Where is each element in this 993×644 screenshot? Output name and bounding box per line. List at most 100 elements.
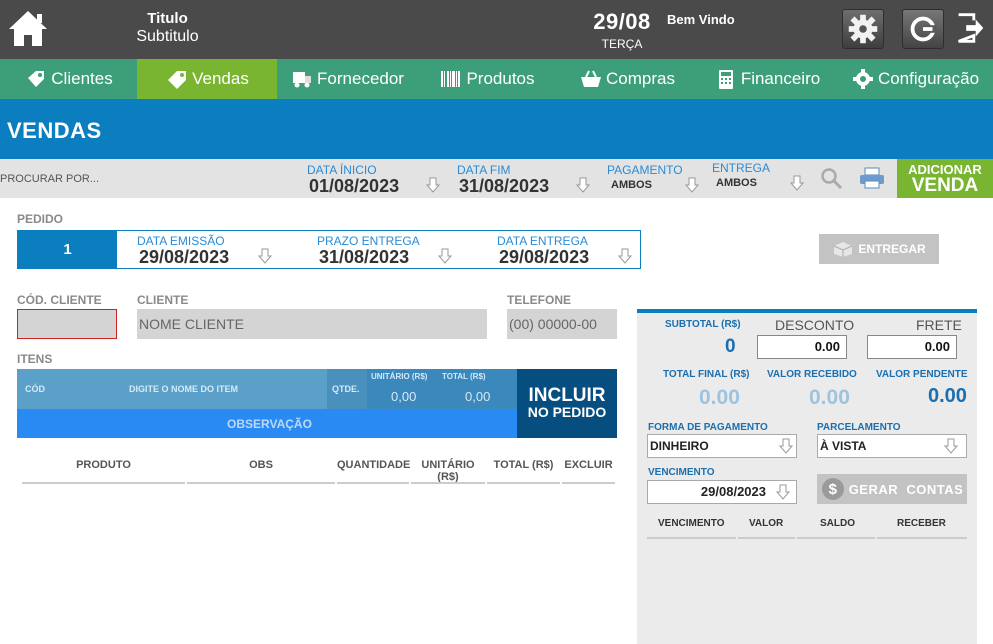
arrow-down-icon[interactable] — [258, 248, 272, 264]
vencimento-value: 29/08/2023 — [700, 484, 766, 499]
nav-item-produtos[interactable]: Produtos — [417, 59, 557, 99]
cod-field[interactable]: CÓD — [25, 384, 45, 394]
nav-label: Produtos — [466, 69, 535, 88]
dollar-icon: $ — [821, 478, 844, 500]
tag-icon — [28, 71, 45, 87]
nav-item-compras[interactable]: Compras — [557, 59, 697, 99]
main-nav: Clientes Vendas Fornecedor Produtos Comp… — [0, 59, 993, 99]
gear-icon — [852, 69, 873, 89]
valor-pendente-label: VALOR PENDENTE — [876, 369, 968, 380]
frete-input[interactable]: 0.00 — [867, 335, 957, 359]
valor-recebido-value: 0.00 — [809, 386, 850, 409]
parcelamento-select[interactable]: À VISTA — [817, 434, 967, 458]
frete-label: FRETE — [916, 317, 962, 333]
pagamento-select[interactable]: AMBOS — [611, 179, 652, 191]
entrega-select[interactable]: AMBOS — [716, 177, 757, 189]
emissao-value[interactable]: 29/08/2023 — [139, 247, 229, 268]
arrow-down-icon[interactable] — [790, 175, 804, 191]
unitario-input[interactable]: 0,00 — [391, 389, 416, 404]
observacao-field[interactable]: OBSERVAÇÃO — [17, 409, 517, 438]
logout-button[interactable] — [954, 9, 986, 49]
refresh-button[interactable] — [902, 9, 944, 49]
telefone-input[interactable]: (00) 00000-00 — [507, 309, 617, 339]
arrow-down-icon[interactable] — [685, 177, 699, 193]
itens-label: ITENS — [17, 352, 53, 366]
nav-label: Financeiro — [740, 69, 821, 88]
section-header: VENDAS — [0, 99, 993, 159]
subtotal-label: SUBTOTAL (R$) — [665, 319, 741, 330]
home-icon[interactable] — [6, 8, 50, 48]
col-quantidade: QUANTIDADE — [337, 459, 411, 471]
page-title: VENDAS — [7, 118, 102, 143]
col-saldo: SALDO — [820, 518, 855, 529]
entrega-date-value[interactable]: 29/08/2023 — [499, 247, 589, 268]
forma-pagamento-label: FORMA DE PAGAMENTO — [648, 422, 768, 433]
print-icon[interactable] — [858, 166, 886, 190]
item-name-field[interactable]: DIGITE O NOME DO ITEM — [57, 369, 327, 409]
arrow-down-icon[interactable] — [576, 177, 590, 193]
divider — [187, 482, 335, 484]
divider — [22, 482, 185, 484]
welcome-text: Bem Vindo — [667, 12, 735, 27]
arrow-down-icon[interactable] — [618, 248, 632, 264]
data-fim-value[interactable]: 31/08/2023 — [459, 176, 549, 197]
gerar-contas-label: GERAR CONTAS — [848, 481, 964, 497]
cod-cliente-input[interactable] — [17, 309, 117, 339]
incluir-button[interactable]: INCLUIR NO PEDIDO — [517, 369, 617, 438]
pedido-number: 1 — [18, 231, 117, 268]
svg-text:$: $ — [828, 481, 837, 498]
pagamento-label: PAGAMENTO — [607, 163, 683, 177]
app-title-block: Titulo Subtitulo — [120, 10, 215, 46]
vencimento-label: VENCIMENTO — [648, 467, 715, 478]
gear-icon — [848, 14, 878, 44]
nav-item-clientes[interactable]: Clientes — [0, 59, 137, 99]
date-block: 29/08 TERÇA — [588, 9, 656, 51]
divider — [797, 537, 875, 539]
app-subtitle: Subtitulo — [136, 28, 199, 45]
nav-label: Clientes — [51, 69, 113, 88]
data-inicio-value[interactable]: 01/08/2023 — [309, 176, 399, 197]
total-input[interactable]: 0,00 — [465, 389, 490, 404]
truck-icon — [293, 72, 312, 88]
col-total: TOTAL (R$) — [493, 459, 554, 471]
divider — [647, 537, 736, 539]
pedido-label: PEDIDO — [17, 212, 64, 226]
search-input[interactable]: PROCURAR POR... — [0, 173, 99, 185]
desconto-input[interactable]: 0.00 — [757, 335, 847, 359]
forma-pagamento-select[interactable]: DINHEIRO — [647, 434, 797, 458]
arrow-down-icon[interactable] — [438, 248, 452, 264]
box-icon — [834, 242, 853, 257]
nav-item-financeiro[interactable]: Financeiro — [697, 59, 837, 99]
col-valor: VALOR — [749, 518, 784, 529]
nav-item-configuracao[interactable]: Configuração — [837, 59, 993, 99]
divider — [487, 482, 560, 484]
current-date: 29/08 — [593, 9, 651, 34]
prazo-label: PRAZO ENTREGA — [317, 234, 420, 248]
nav-label: Configuração — [877, 69, 980, 88]
add-sale-button[interactable]: ADICIONAR VENDA — [897, 159, 993, 198]
cliente-input[interactable]: NOME CLIENTE — [137, 309, 487, 339]
emissao-label: DATA EMISSÃO — [137, 234, 225, 248]
gerar-contas-button[interactable]: $ GERAR CONTAS — [817, 474, 967, 504]
logout-icon — [958, 13, 984, 43]
nav-label: Compras — [606, 69, 675, 88]
nav-item-vendas[interactable]: Vendas — [137, 59, 277, 99]
entregar-button[interactable]: ENTREGAR — [819, 234, 939, 264]
col-unitario: UNITÁRIO (R$) — [421, 459, 475, 483]
parcelamento-value: À VISTA — [820, 439, 867, 453]
qtde-field[interactable]: QTDE. — [327, 369, 367, 409]
search-icon[interactable] — [819, 166, 843, 190]
divider — [738, 537, 795, 539]
settings-button[interactable] — [842, 9, 884, 49]
current-weekday: TERÇA — [601, 37, 643, 51]
nav-label: Fornecedor — [317, 69, 404, 88]
arrow-down-icon[interactable] — [426, 177, 440, 193]
cliente-label: CLIENTE — [137, 293, 189, 307]
arrow-down-icon — [944, 438, 958, 454]
prazo-value[interactable]: 31/08/2023 — [319, 247, 409, 268]
subtotal-value: 0 — [725, 336, 736, 357]
vencimento-input[interactable]: 29/08/2023 — [647, 480, 797, 504]
nav-item-fornecedor[interactable]: Fornecedor — [277, 59, 417, 99]
divider — [337, 482, 409, 484]
observacao-placeholder: OBSERVAÇÃO — [227, 417, 312, 431]
